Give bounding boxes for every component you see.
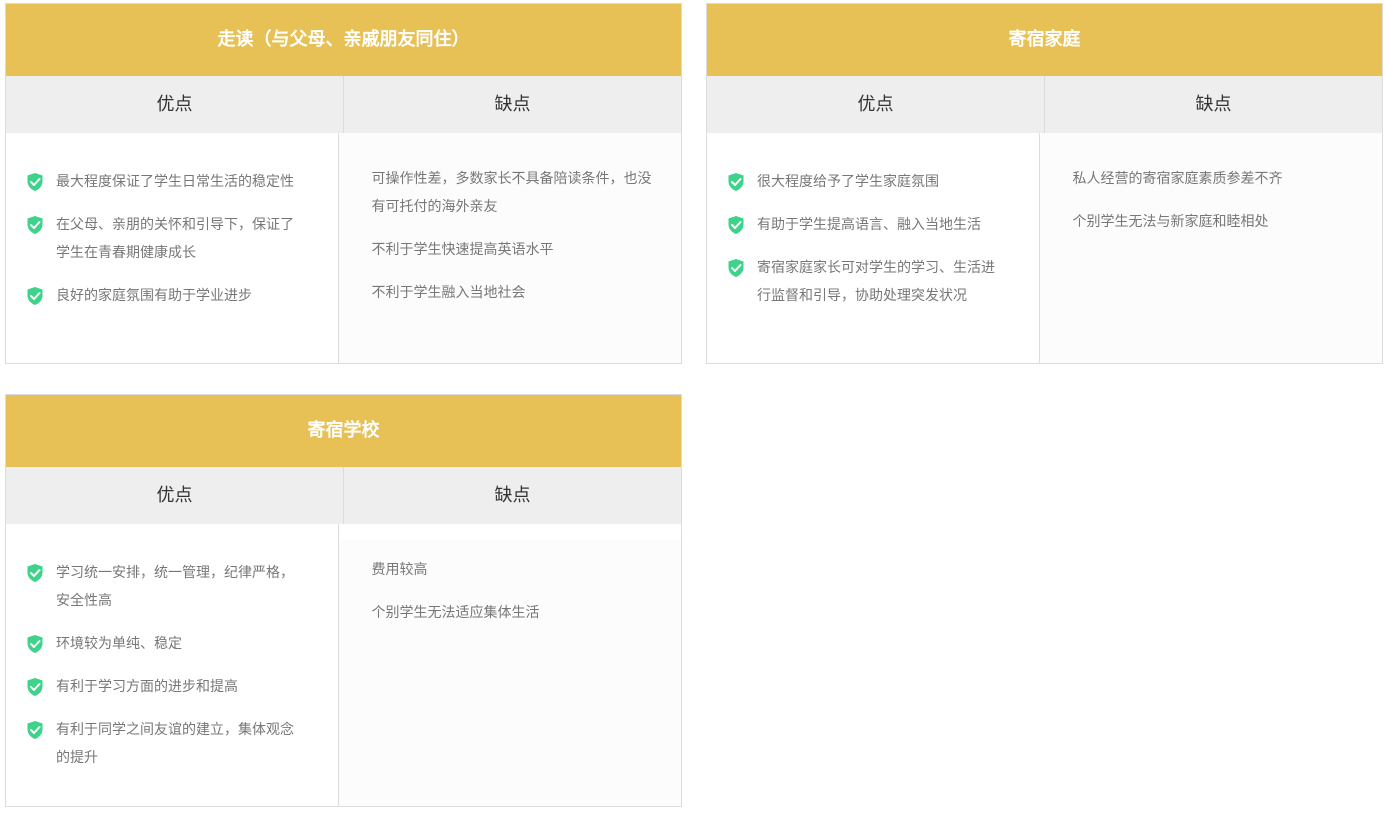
check-shield-icon — [727, 215, 745, 235]
pros-item: 良好的家庭氛围有助于学业进步 — [26, 282, 308, 310]
card-homestay: 寄宿家庭 优点 缺点 很大程度给予了学生家庭氛围 有助于学生提高语言、融入当地生… — [706, 3, 1383, 364]
pros-item: 有助于学生提高语言、融入当地生活 — [727, 211, 1009, 239]
pros-item: 有利于同学之间友谊的建立，集体观念的提升 — [26, 716, 308, 772]
pros-item: 学习统一安排，统一管理，纪律严格，安全性高 — [26, 559, 308, 615]
cons-list: 可操作性差，多数家长不具备陪读条件，也没有可托付的海外亲友 不利于学生快速提高英… — [338, 133, 681, 363]
column-header-row: 优点 缺点 — [707, 76, 1382, 133]
pros-list: 很大程度给予了学生家庭氛围 有助于学生提高语言、融入当地生活 寄宿家庭家长可对学… — [707, 133, 1040, 363]
cons-item: 不利于学生融入当地社会 — [371, 285, 526, 301]
check-shield-icon — [727, 172, 745, 192]
card-title: 寄宿学校 — [6, 395, 681, 467]
check-shield-icon — [26, 172, 44, 192]
check-shield-icon — [727, 258, 745, 278]
pros-header: 优点 — [6, 76, 344, 133]
card-body: 学习统一安排，统一管理，纪律严格，安全性高 环境较为单纯、稳定 有利于学习方面的… — [6, 524, 681, 806]
cons-item: 个别学生无法与新家庭和睦相处 — [1072, 214, 1269, 230]
cons-header: 缺点 — [1195, 94, 1232, 115]
pros-item: 在父母、亲朋的关怀和引导下，保证了学生在青春期健康成长 — [26, 211, 308, 267]
check-shield-icon — [26, 677, 44, 697]
cons-list: 私人经营的寄宿家庭素质参差不齐 个别学生无法与新家庭和睦相处 — [1039, 133, 1382, 363]
card-title: 寄宿家庭 — [707, 4, 1382, 76]
cons-item: 私人经营的寄宿家庭素质参差不齐 — [1072, 171, 1283, 187]
pros-item: 环境较为单纯、稳定 — [26, 630, 308, 658]
cons-item: 个别学生无法适应集体生活 — [371, 605, 540, 621]
pros-item: 最大程度保证了学生日常生活的稳定性 — [26, 168, 308, 196]
cons-item: 可操作性差，多数家长不具备陪读条件，也没有可托付的海外亲友 — [371, 171, 652, 215]
pros-list: 最大程度保证了学生日常生活的稳定性 在父母、亲朋的关怀和引导下，保证了学生在青春… — [6, 133, 339, 363]
pros-header: 优点 — [707, 76, 1045, 133]
card-body: 最大程度保证了学生日常生活的稳定性 在父母、亲朋的关怀和引导下，保证了学生在青春… — [6, 133, 681, 363]
cons-header: 缺点 — [494, 485, 531, 506]
cons-list: 费用较高 个别学生无法适应集体生活 — [338, 540, 681, 806]
pros-header: 优点 — [6, 467, 344, 524]
pros-item: 寄宿家庭家长可对学生的学习、生活进行监督和引导，协助处理突发状况 — [727, 254, 1009, 310]
pros-item: 很大程度给予了学生家庭氛围 — [727, 168, 1009, 196]
pros-list: 学习统一安排，统一管理，纪律严格，安全性高 环境较为单纯、稳定 有利于学习方面的… — [6, 524, 339, 806]
check-shield-icon — [26, 215, 44, 235]
card-title: 走读（与父母、亲戚朋友同住） — [6, 4, 681, 76]
column-header-row: 优点 缺点 — [6, 467, 681, 524]
check-shield-icon — [26, 720, 44, 740]
check-shield-icon — [26, 286, 44, 306]
column-header-row: 优点 缺点 — [6, 76, 681, 133]
card-body: 很大程度给予了学生家庭氛围 有助于学生提高语言、融入当地生活 寄宿家庭家长可对学… — [707, 133, 1382, 363]
cons-item: 不利于学生快速提高英语水平 — [371, 242, 554, 258]
cons-item: 费用较高 — [371, 562, 428, 578]
card-boarding-school: 寄宿学校 优点 缺点 学习统一安排，统一管理，纪律严格，安全性高 环境较为单纯、… — [5, 394, 682, 807]
card-day-student: 走读（与父母、亲戚朋友同住） 优点 缺点 最大程度保证了学生日常生活的稳定性 在… — [5, 3, 682, 364]
check-shield-icon — [26, 634, 44, 654]
pros-item: 有利于学习方面的进步和提高 — [26, 673, 308, 701]
cons-header: 缺点 — [494, 94, 531, 115]
check-shield-icon — [26, 563, 44, 583]
